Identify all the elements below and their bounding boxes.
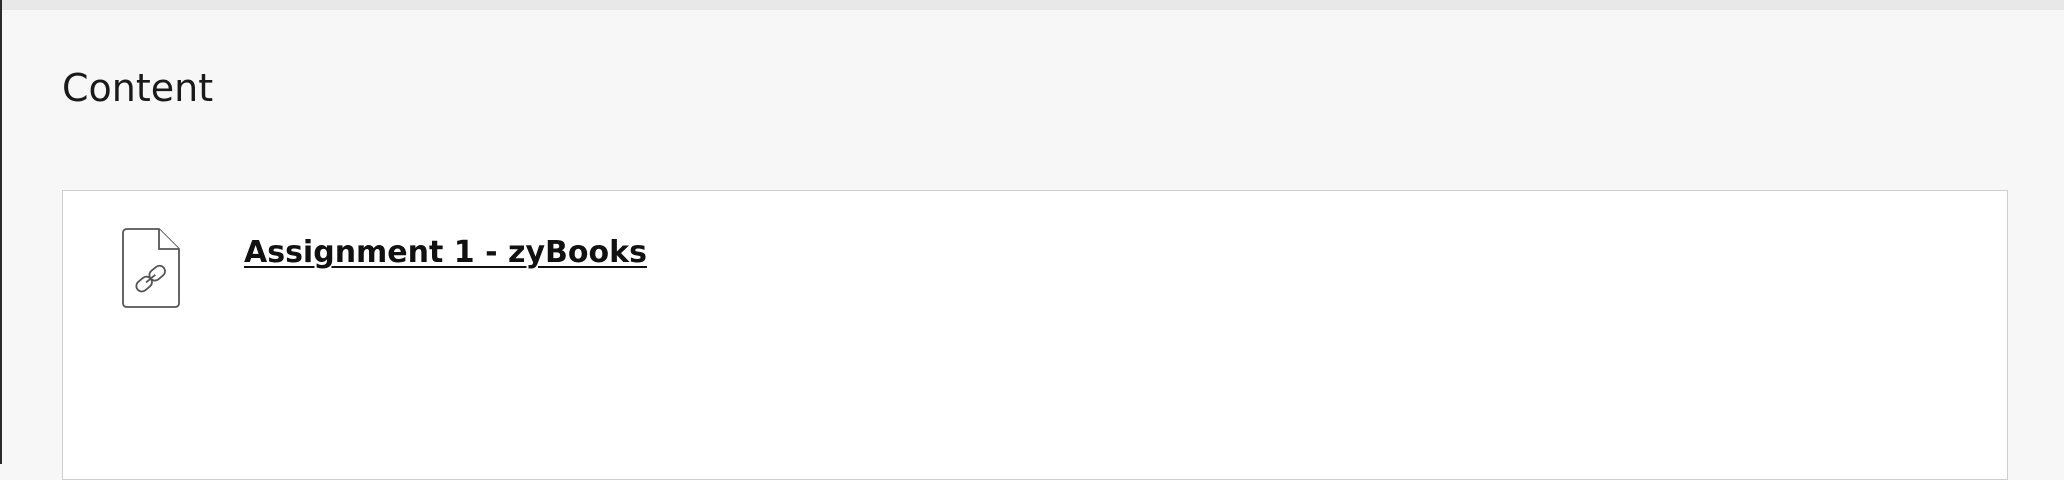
content-item: Assignment 1 - zyBooks — [63, 191, 2007, 331]
page-title: Content — [62, 66, 214, 110]
window-left-border — [0, 0, 2, 464]
link-document-icon — [121, 227, 181, 309]
content-panel: Assignment 1 - zyBooks — [62, 190, 2008, 480]
top-toolbar-strip — [2, 0, 2064, 10]
assignment-link[interactable]: Assignment 1 - zyBooks — [244, 235, 647, 270]
